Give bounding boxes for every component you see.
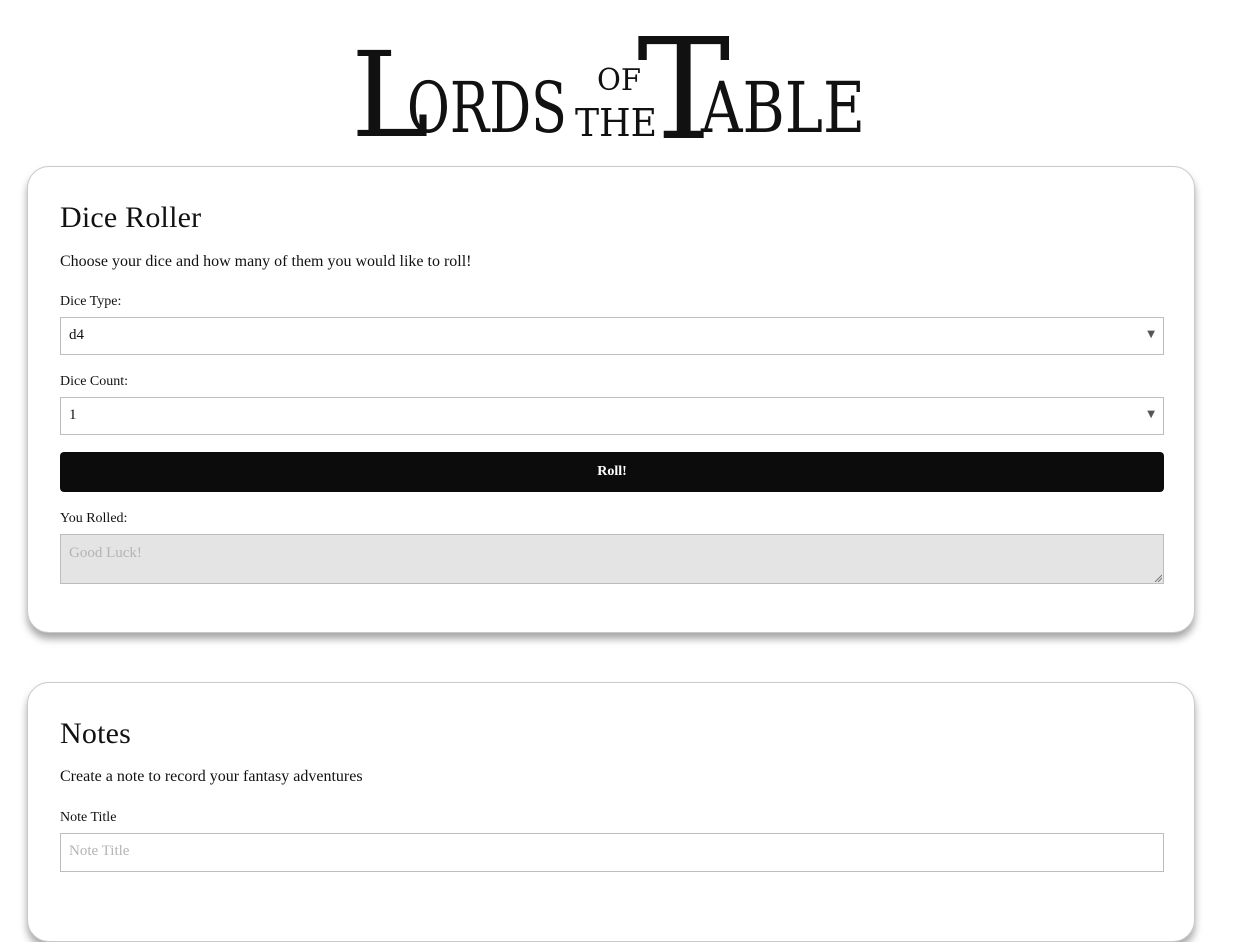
roll-button[interactable]: Roll! xyxy=(60,452,1164,492)
dice-type-value: d4 xyxy=(69,327,84,343)
caret-down-icon: ▼ xyxy=(1147,409,1155,420)
note-title-input[interactable]: Note Title xyxy=(60,833,1164,872)
notes-description: Create a note to record your fantasy adv… xyxy=(60,768,363,785)
logo-word-of: OF xyxy=(597,63,641,98)
caret-down-icon: ▼ xyxy=(1147,329,1155,340)
dice-roller-title: Dice Roller xyxy=(60,201,202,234)
lords-of-the-table-logo: L ORDS OF THE T ABLE xyxy=(351,9,865,160)
dice-count-label: Dice Count: xyxy=(60,374,129,389)
dice-roller-description: Choose your dice and how many of them yo… xyxy=(60,253,472,270)
notes-title: Notes xyxy=(60,717,131,750)
logo-word-able: ABLE xyxy=(700,67,865,149)
resize-grip-icon[interactable] xyxy=(1154,574,1162,582)
dice-type-label: Dice Type: xyxy=(60,294,122,309)
dice-count-value: 1 xyxy=(69,407,77,423)
dice-count-select[interactable]: 1 ▼ xyxy=(60,397,1164,435)
dice-roller-card: Dice Roller Choose your dice and how man… xyxy=(27,166,1195,633)
dice-type-select[interactable]: d4 ▼ xyxy=(60,317,1164,355)
notes-card: Notes Create a note to record your fanta… xyxy=(27,682,1195,942)
result-label: You Rolled: xyxy=(60,511,128,526)
note-title-placeholder: Note Title xyxy=(69,843,130,859)
result-textarea[interactable]: Good Luck! xyxy=(60,534,1164,584)
site-header: L ORDS OF THE T ABLE xyxy=(0,0,1233,165)
result-placeholder: Good Luck! xyxy=(69,545,142,561)
logo-word-ords: ORDS xyxy=(407,67,567,149)
note-title-label: Note Title xyxy=(60,810,117,825)
